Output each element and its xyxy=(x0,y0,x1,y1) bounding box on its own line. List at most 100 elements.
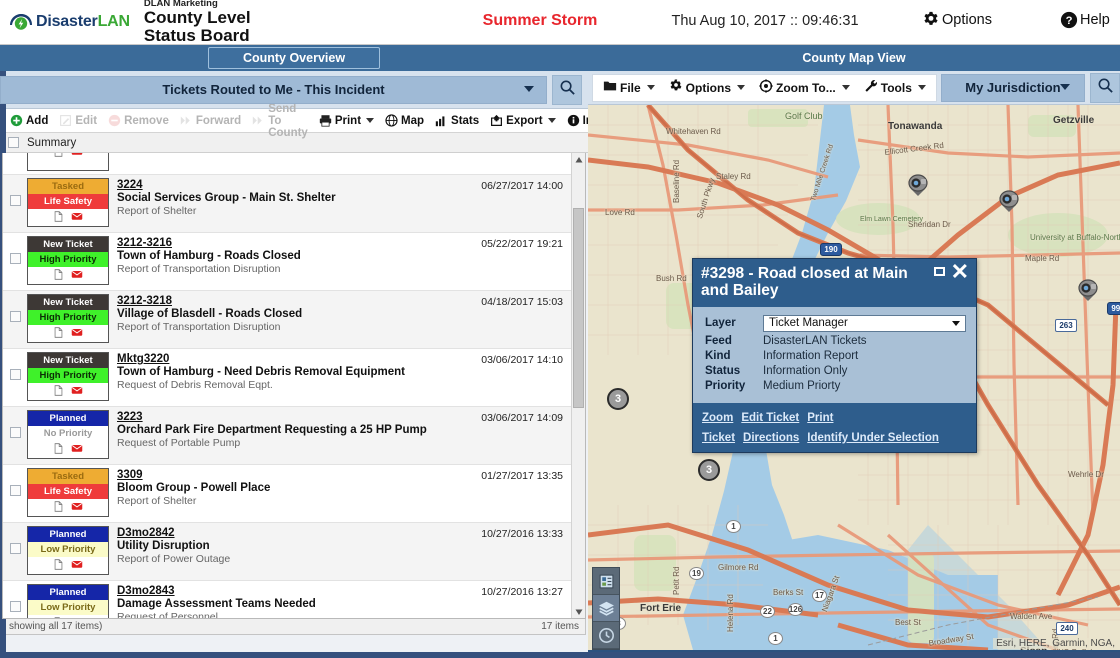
ticket-id-link[interactable]: D3mo2843 xyxy=(117,585,445,597)
popup-link-directions[interactable]: Directions xyxy=(743,432,799,444)
ticket-row-icons xyxy=(28,441,108,458)
popup-layer-dropdown[interactable]: Ticket Manager xyxy=(763,315,966,332)
document-icon[interactable] xyxy=(53,325,64,343)
map-menu-tools[interactable]: Tools xyxy=(858,79,932,96)
action-stats[interactable]: Stats xyxy=(431,114,483,127)
camera-marker[interactable] xyxy=(1077,278,1099,302)
table-row[interactable]: PlannedLow PriorityD3mo2843Damage Assess… xyxy=(3,581,571,618)
bar-chart-icon xyxy=(435,114,448,127)
map-cluster-marker[interactable]: 3 xyxy=(698,459,720,481)
popup-field-value: Medium Priorty xyxy=(763,380,840,392)
camera-marker[interactable] xyxy=(998,189,1020,213)
table-row[interactable] xyxy=(3,153,571,175)
legend-icon[interactable] xyxy=(593,568,619,595)
mail-icon[interactable] xyxy=(71,325,83,343)
table-row[interactable]: New TicketHigh Priority3212-3216Town of … xyxy=(3,233,571,291)
ticket-row-icons xyxy=(28,153,108,161)
popup-link-edit-ticket[interactable]: Edit Ticket xyxy=(741,412,799,424)
table-row[interactable]: TaskedLife Safety3309Bloom Group - Powel… xyxy=(3,465,571,523)
globe-icon xyxy=(385,114,398,127)
chevron-down-icon xyxy=(524,86,534,92)
action-add[interactable]: Add xyxy=(6,114,52,127)
map-menu-file[interactable]: File xyxy=(597,79,661,96)
table-row[interactable]: PlannedNo Priority3223Orchard Park Fire … xyxy=(3,407,571,465)
mail-icon[interactable] xyxy=(71,499,83,517)
ticket-id-link[interactable]: D3mo2842 xyxy=(117,527,445,539)
ticket-id-link[interactable]: 3212-3216 xyxy=(117,237,445,249)
ticket-title: Utility Disruption xyxy=(117,540,445,552)
row-checkbox[interactable] xyxy=(10,543,21,554)
document-icon[interactable] xyxy=(53,153,64,162)
map-menu-zoom-to[interactable]: Zoom To... xyxy=(753,79,856,96)
ticket-query-dropdown[interactable]: Tickets Routed to Me - This Incident xyxy=(0,76,547,104)
scroll-down-icon[interactable] xyxy=(572,605,585,618)
scroll-up-icon[interactable] xyxy=(572,153,585,166)
mail-icon[interactable] xyxy=(71,383,83,401)
jurisdiction-dropdown[interactable]: My Jurisdiction xyxy=(941,74,1085,102)
mail-icon[interactable] xyxy=(71,615,83,619)
table-row[interactable]: New TicketHigh Priority3212-3218Village … xyxy=(3,291,571,349)
map-cluster-marker[interactable]: 3 xyxy=(607,388,629,410)
map-menu-label: Zoom To... xyxy=(776,81,836,95)
ticket-id-link[interactable]: 3309 xyxy=(117,469,445,481)
ticket-title: Bloom Group - Powell Place xyxy=(117,482,445,494)
row-checkbox[interactable] xyxy=(10,369,21,380)
wrench-icon xyxy=(864,79,878,96)
popup-link-identify-under-selection[interactable]: Identify Under Selection xyxy=(807,432,939,444)
ticket-id-link[interactable]: 3223 xyxy=(117,411,445,423)
scrollbar-thumb[interactable] xyxy=(573,208,584,408)
popup-field-key: Layer xyxy=(705,317,763,329)
row-checkbox[interactable] xyxy=(10,195,21,206)
table-row[interactable]: New TicketHigh PriorityMktg3220Town of H… xyxy=(3,349,571,407)
options-button[interactable]: Options xyxy=(922,11,992,29)
map-canvas[interactable]: Golf ClubTonawandaGetzvilleWhitehaven Rd… xyxy=(588,105,1120,650)
ticket-title: Town of Hamburg - Need Debris Removal Eq… xyxy=(117,366,445,378)
document-icon[interactable] xyxy=(53,615,64,619)
document-icon[interactable] xyxy=(53,499,64,517)
ticket-id-link[interactable]: 3212-3218 xyxy=(117,295,445,307)
row-checkbox[interactable] xyxy=(10,311,21,322)
table-row[interactable]: TaskedLife Safety3224Social Services Gro… xyxy=(3,175,571,233)
map-feature-popup[interactable]: #3298 - Road closed at Main and Bailey ✕… xyxy=(692,258,977,453)
search-icon xyxy=(559,79,576,101)
ticket-list-scrollbar[interactable] xyxy=(571,153,585,618)
time-clock-icon[interactable] xyxy=(593,622,619,649)
mail-icon[interactable] xyxy=(71,441,83,459)
ticket-id-link[interactable]: 3224 xyxy=(117,179,445,191)
map-attribution: Esri, HERE, Garmin, NGA, xyxy=(993,638,1118,649)
mail-icon[interactable] xyxy=(71,557,83,575)
mail-icon[interactable] xyxy=(71,209,83,227)
map-search-button[interactable] xyxy=(1090,73,1120,103)
layers-icon[interactable] xyxy=(593,595,619,622)
document-icon[interactable] xyxy=(53,441,64,459)
row-checkbox[interactable] xyxy=(10,253,21,264)
document-icon[interactable] xyxy=(53,383,64,401)
ticket-id-link[interactable]: Mktg3220 xyxy=(117,353,445,365)
action-label: Remove xyxy=(124,115,169,127)
ticket-subtitle: Request of Personnel xyxy=(117,611,445,618)
document-icon[interactable] xyxy=(53,557,64,575)
mail-icon[interactable] xyxy=(71,267,83,285)
action-map[interactable]: Map xyxy=(381,114,428,127)
row-checkbox[interactable] xyxy=(10,427,21,438)
map-menu-options[interactable]: Options xyxy=(663,79,751,96)
row-checkbox-cell xyxy=(3,153,27,173)
action-export[interactable]: Export xyxy=(486,114,559,127)
popup-link-zoom[interactable]: Zoom xyxy=(702,412,733,424)
row-checkbox[interactable] xyxy=(10,485,21,496)
tab-county-overview[interactable]: County Overview xyxy=(208,47,380,69)
camera-marker[interactable] xyxy=(907,173,929,197)
action-print[interactable]: Print xyxy=(315,114,378,127)
tab-county-map-view[interactable]: County Map View xyxy=(802,51,905,65)
select-all-checkbox[interactable] xyxy=(8,137,19,148)
help-button[interactable]: ? Help xyxy=(1060,11,1110,29)
mail-icon[interactable] xyxy=(71,153,83,162)
document-icon[interactable] xyxy=(53,209,64,227)
ticket-subtitle: Request of Debris Removal Eqpt. xyxy=(117,379,445,391)
minimize-icon[interactable] xyxy=(934,267,945,276)
table-row[interactable]: PlannedLow PriorityD3mo2842Utility Disru… xyxy=(3,523,571,581)
close-icon[interactable]: ✕ xyxy=(951,261,969,283)
ticket-search-button[interactable] xyxy=(552,75,582,105)
row-checkbox[interactable] xyxy=(10,601,21,612)
document-icon[interactable] xyxy=(53,267,64,285)
